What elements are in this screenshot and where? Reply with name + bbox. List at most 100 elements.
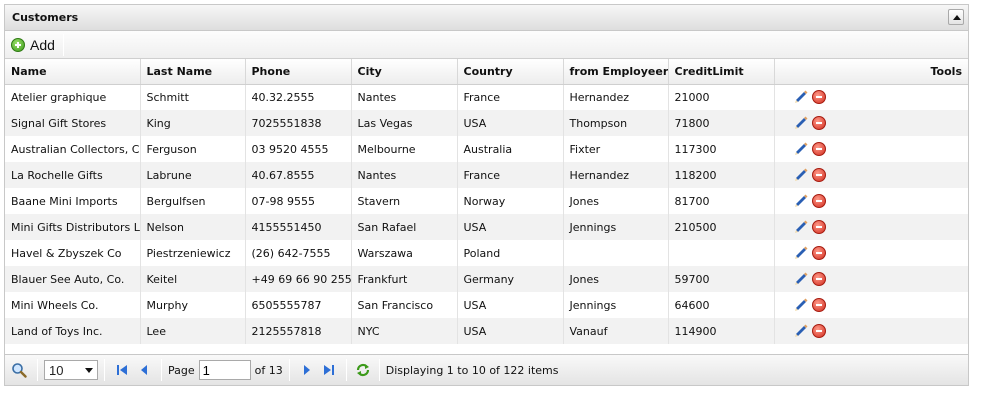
table-row[interactable]: Atelier graphique Schmitt 40.32.2555 Nantes… (5, 84, 968, 110)
delete-icon[interactable] (811, 90, 826, 105)
edit-pencil-icon[interactable] (793, 89, 809, 105)
cell-employer (563, 240, 669, 266)
grid-header-row: Name Last Name Phone City Country from E… (5, 59, 968, 85)
panel-titlebar: Customers (5, 5, 968, 31)
cell-credit-limit: 118200 (668, 162, 775, 188)
column-header-phone[interactable]: Phone (245, 59, 352, 85)
cell-country: Germany (457, 266, 564, 292)
cell-name: Atelier graphique (5, 84, 141, 110)
delete-icon[interactable] (811, 324, 826, 338)
table-row[interactable]: Havel & Zbyszek Co Piestrzeniewicz (26) 64… (5, 240, 968, 266)
cell-name: Land of Toys Inc. (5, 318, 141, 344)
delete-icon[interactable] (811, 194, 826, 208)
edit-pencil-icon[interactable] (793, 193, 809, 209)
cell-last-name: Nelson (140, 214, 246, 240)
panel-title: Customers (12, 11, 79, 24)
refresh-icon[interactable] (355, 362, 371, 378)
pager-separator (37, 359, 38, 381)
table-row[interactable]: La Rochelle Gifts Labrune 40.67.8555 Nantes… (5, 162, 968, 188)
previous-page-icon[interactable] (137, 363, 151, 377)
edit-pencil-icon[interactable] (793, 271, 809, 287)
grid-toolbar: Add (5, 31, 968, 59)
search-icon[interactable] (11, 362, 27, 378)
edit-pencil-icon[interactable] (793, 219, 809, 235)
edit-pencil-icon[interactable] (793, 245, 809, 261)
table-row[interactable]: Australian Collectors, Co. Ferguson 03 952… (5, 136, 968, 162)
pager-separator (104, 359, 105, 381)
page-size-select[interactable]: 10 (44, 360, 98, 380)
cell-tools (774, 292, 968, 318)
cell-credit-limit: 71800 (668, 110, 775, 136)
edit-pencil-icon[interactable] (793, 323, 809, 339)
cell-name: Blauer See Auto, Co. (5, 266, 141, 292)
collapse-panel-button[interactable] (948, 9, 964, 25)
cell-phone: (26) 642-7555 (245, 240, 352, 266)
delete-icon[interactable] (811, 246, 826, 260)
column-header-city[interactable]: City (351, 59, 458, 85)
pager-separator (378, 359, 380, 381)
delete-icon[interactable] (811, 298, 826, 312)
cell-last-name: Piestrzeniewicz (140, 240, 246, 266)
cell-tools (774, 84, 968, 110)
cell-phone: 40.32.2555 (245, 84, 352, 110)
cell-city: San Francisco (351, 292, 458, 318)
cell-last-name: Ferguson (140, 136, 246, 162)
cell-employer: Vanauf (563, 318, 669, 344)
table-row[interactable]: Baane Mini Imports Bergulfsen 07-98 9555 St… (5, 188, 968, 214)
table-row[interactable]: Mini Gifts Distributors Ltd.Nelson415555… (5, 214, 968, 240)
cell-tools (774, 318, 968, 344)
cell-country: Australia (457, 136, 564, 162)
cell-name: La Rochelle Gifts (5, 162, 141, 188)
cell-tools (774, 266, 968, 292)
cell-city: Warszawa (351, 240, 458, 266)
column-header-tools: Tools (774, 59, 968, 85)
cell-phone: 03 9520 4555 (245, 136, 352, 162)
table-row[interactable]: Signal Gift Stores King 7025551838 Las Vega… (5, 110, 968, 136)
cell-country: Norway (457, 188, 564, 214)
cell-country: USA (457, 110, 564, 136)
first-page-icon[interactable] (115, 363, 129, 377)
table-row[interactable]: Blauer See Auto, Co. Keitel +49 69 66 90 2… (5, 266, 968, 292)
page-label: Page (168, 363, 195, 377)
cell-employer: Jennings (563, 214, 669, 240)
cell-phone: 7025551838 (245, 110, 352, 136)
cell-name: Baane Mini Imports (5, 188, 141, 214)
column-header-credit-limit[interactable]: CreditLimit (668, 59, 775, 85)
next-page-icon[interactable] (300, 363, 314, 377)
edit-pencil-icon[interactable] (793, 141, 809, 157)
cell-credit-limit: 114900 (668, 318, 775, 344)
cell-name: Mini Wheels Co. (5, 292, 141, 318)
cell-credit-limit: 81700 (668, 188, 775, 214)
edit-pencil-icon[interactable] (793, 297, 809, 313)
delete-icon[interactable] (811, 142, 826, 156)
delete-icon[interactable] (811, 168, 826, 182)
column-header-name[interactable]: Name (5, 59, 141, 85)
cell-employer: Fixter (563, 136, 669, 162)
cell-last-name: Labrune (140, 162, 246, 188)
last-page-icon[interactable] (322, 363, 336, 377)
column-header-country[interactable]: Country (457, 59, 564, 85)
cell-employer: Hernandez (563, 162, 669, 188)
cell-credit-limit: 117300 (668, 136, 775, 162)
table-row[interactable]: Land of Toys Inc. Lee 2125557818 NYC USA Vana… (5, 318, 968, 344)
cell-tools (774, 188, 968, 214)
pager-separator (345, 359, 347, 381)
pagination-bar: 10 Page of 13 Displaying 1 (5, 354, 968, 385)
current-page-input[interactable] (198, 360, 251, 380)
table-row[interactable]: Mini Wheels Co. Murphy 6505555787 San Franc… (5, 292, 968, 318)
cell-credit-limit: 21000 (668, 84, 775, 110)
cell-tools (774, 214, 968, 240)
cell-name: Mini Gifts Distributors Ltd. (5, 214, 141, 240)
column-header-employer[interactable]: from Employeer (563, 59, 669, 85)
delete-icon[interactable] (811, 116, 826, 130)
column-header-last-name[interactable]: Last Name (140, 59, 246, 85)
edit-pencil-icon[interactable] (793, 167, 809, 183)
cell-phone: 2125557818 (245, 318, 352, 344)
cell-country: France (457, 162, 564, 188)
delete-icon[interactable] (811, 220, 826, 234)
cell-city: Melbourne (351, 136, 458, 162)
delete-icon[interactable] (811, 272, 826, 286)
add-button[interactable]: Add (11, 35, 55, 55)
cell-city: San Rafael (351, 214, 458, 240)
edit-pencil-icon[interactable] (793, 115, 809, 131)
